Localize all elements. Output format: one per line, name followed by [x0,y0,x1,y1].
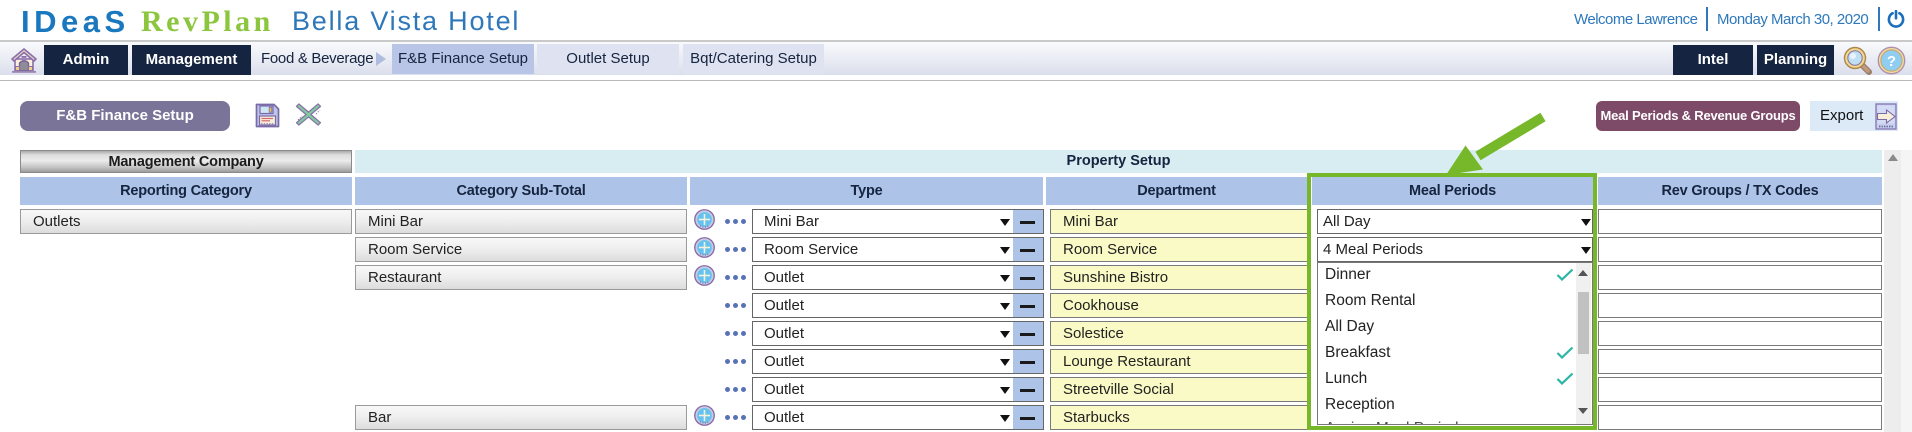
svg-text:?: ? [1887,53,1896,70]
